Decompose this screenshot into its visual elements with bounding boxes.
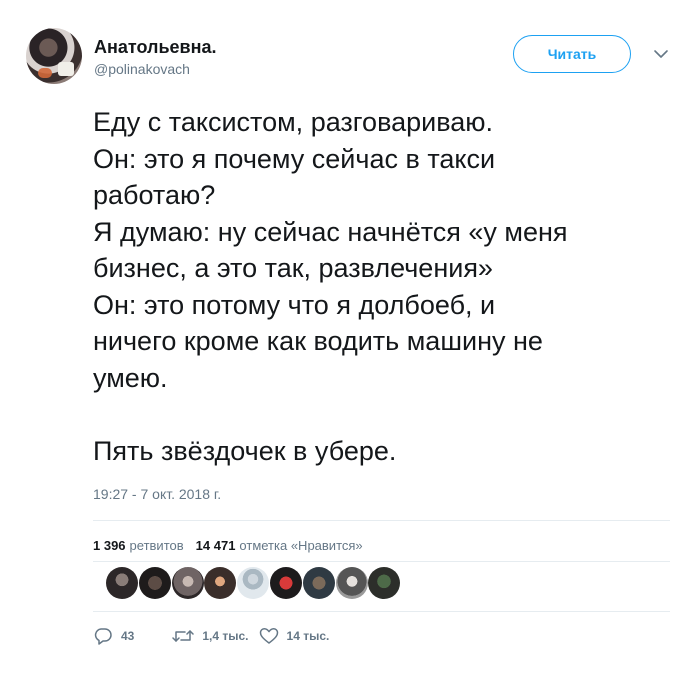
- reply-button[interactable]: 43: [93, 627, 134, 645]
- avatar-detail: [58, 62, 74, 76]
- retweet-count: 1,4 тыс.: [202, 629, 249, 643]
- divider: [93, 611, 670, 612]
- likes-label: отметка «Нравится»: [239, 538, 363, 553]
- tweet-stats: 1 396 ретвитов 14 471 отметка «Нравится»: [93, 538, 375, 553]
- liker-avatar[interactable]: [368, 567, 401, 599]
- user-name[interactable]: Анатольевна.: [94, 36, 216, 58]
- liker-avatar[interactable]: [171, 567, 204, 599]
- tweet-timestamp[interactable]: 19:27 - 7 окт. 2018 г.: [93, 486, 221, 502]
- divider: [93, 561, 670, 562]
- retweets-count: 1 396: [93, 538, 126, 553]
- reply-icon: [94, 628, 112, 645]
- tweet-card: Анатольевна. @polinakovach Читать Еду с …: [0, 0, 700, 694]
- like-count: 14 тыс.: [286, 629, 330, 643]
- liker-avatar[interactable]: [204, 567, 237, 599]
- likers-avatars: [106, 567, 401, 599]
- likes-count: 14 471: [195, 538, 236, 553]
- retweets-stat[interactable]: 1 396 ретвитов: [93, 538, 184, 553]
- liker-avatar[interactable]: [335, 567, 368, 599]
- liker-avatar[interactable]: [138, 567, 171, 599]
- divider: [93, 520, 670, 521]
- avatar[interactable]: [26, 28, 82, 84]
- like-button[interactable]: 14 тыс.: [259, 627, 330, 645]
- user-handle[interactable]: @polinakovach: [94, 61, 190, 77]
- retweets-label: ретвитов: [129, 538, 184, 553]
- tweet-text: Еду с таксистом, разговариваю. Он: это я…: [93, 107, 568, 466]
- likes-stat[interactable]: 14 471 отметка «Нравится»: [196, 538, 363, 553]
- liker-avatar[interactable]: [237, 567, 270, 599]
- liker-avatar[interactable]: [269, 567, 302, 599]
- liker-avatar[interactable]: [106, 567, 138, 599]
- retweet-icon: [172, 630, 195, 642]
- follow-button[interactable]: Читать: [513, 35, 631, 73]
- retweet-button[interactable]: 1,4 тыс.: [172, 628, 249, 644]
- like-icon: [259, 628, 278, 644]
- liker-avatar[interactable]: [302, 567, 335, 599]
- avatar-detail: [38, 68, 52, 78]
- reply-count: 43: [121, 629, 135, 643]
- chevron-down-icon[interactable]: [652, 47, 670, 61]
- tweet-actions: 43 1,4 тыс. 14 тыс.: [93, 627, 329, 645]
